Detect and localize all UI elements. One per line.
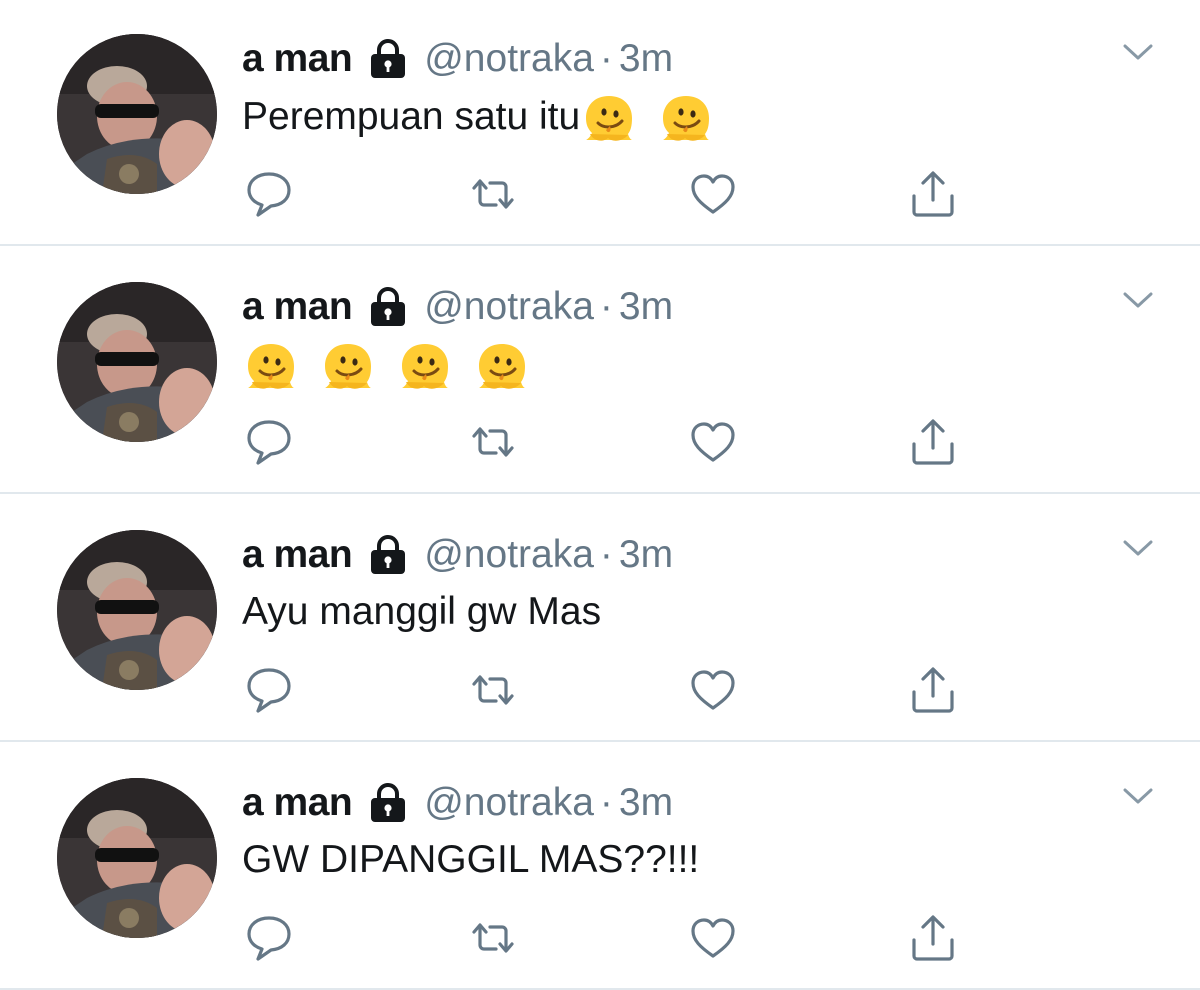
heart-icon[interactable]	[688, 912, 738, 964]
tweet-text-content: Ayu manggil gw Mas	[242, 590, 602, 633]
emoji-row	[580, 90, 723, 144]
lock-icon	[366, 287, 410, 327]
retweet-icon[interactable]	[466, 416, 516, 468]
avatar[interactable]	[57, 530, 217, 690]
tweet[interactable]: a man @notraka · 3m GW DIPANGGIL MAS??!!…	[0, 744, 1200, 990]
heart-icon[interactable]	[688, 168, 738, 220]
tweet[interactable]: a man @notraka · 3m	[0, 248, 1200, 494]
separator-dot: ·	[599, 285, 613, 328]
tweet-text-content: GW DIPANGGIL MAS??!!!	[242, 838, 700, 881]
author-handle[interactable]: @notraka	[424, 780, 594, 826]
reply-icon[interactable]	[244, 168, 294, 220]
tweet-actions	[244, 912, 964, 964]
melting-face-emoji	[319, 340, 377, 392]
share-icon[interactable]	[908, 912, 958, 964]
share-icon[interactable]	[908, 416, 958, 468]
reply-icon[interactable]	[244, 912, 294, 964]
lock-icon	[366, 535, 410, 575]
tweet-actions	[244, 416, 964, 468]
tweet-text: Perempuan satu itu	[242, 90, 723, 144]
tweet-header: a man @notraka · 3m	[242, 284, 673, 330]
retweet-icon[interactable]	[466, 664, 516, 716]
chevron-down-icon[interactable]	[1122, 536, 1154, 560]
avatar[interactable]	[57, 282, 217, 442]
share-icon[interactable]	[908, 168, 958, 220]
melting-face-emoji	[473, 340, 531, 392]
share-icon[interactable]	[908, 664, 958, 716]
author-name[interactable]: a man	[242, 780, 353, 826]
author-name[interactable]: a man	[242, 532, 353, 578]
tweet-actions	[244, 168, 964, 220]
emoji-row	[242, 338, 539, 392]
author-name[interactable]: a man	[242, 36, 353, 82]
tweet[interactable]: a man @notraka · 3m Ayu manggil gw Mas	[0, 496, 1200, 742]
separator-dot: ·	[599, 533, 613, 576]
lock-icon	[366, 783, 410, 823]
author-handle[interactable]: @notraka	[424, 284, 594, 330]
chevron-down-icon[interactable]	[1122, 784, 1154, 808]
reply-icon[interactable]	[244, 416, 294, 468]
lock-icon	[366, 39, 410, 79]
chevron-down-icon[interactable]	[1122, 40, 1154, 64]
tweet-text	[242, 338, 539, 392]
author-name[interactable]: a man	[242, 284, 353, 330]
reply-icon[interactable]	[244, 664, 294, 716]
author-handle[interactable]: @notraka	[424, 532, 594, 578]
retweet-icon[interactable]	[466, 912, 516, 964]
tweet-text-content: Perempuan satu itu	[242, 94, 581, 138]
separator-dot: ·	[599, 781, 613, 824]
tweet-text: Ayu manggil gw Mas	[242, 586, 601, 638]
melting-face-emoji	[242, 340, 300, 392]
melting-face-emoji	[396, 340, 454, 392]
tweet-timestamp[interactable]: 3m	[619, 36, 673, 82]
tweet-timestamp[interactable]: 3m	[619, 780, 673, 826]
avatar[interactable]	[57, 34, 217, 194]
avatar[interactable]	[57, 778, 217, 938]
tweet-header: a man @notraka · 3m	[242, 780, 673, 826]
tweet-timestamp[interactable]: 3m	[619, 532, 673, 578]
tweet-text: GW DIPANGGIL MAS??!!!	[242, 834, 699, 886]
heart-icon[interactable]	[688, 416, 738, 468]
chevron-down-icon[interactable]	[1122, 288, 1154, 312]
tweet-timestamp[interactable]: 3m	[619, 284, 673, 330]
retweet-icon[interactable]	[466, 168, 516, 220]
melting-face-emoji	[580, 92, 638, 144]
author-handle[interactable]: @notraka	[424, 36, 594, 82]
tweet-actions	[244, 664, 964, 716]
separator-dot: ·	[599, 37, 613, 80]
tweet-header: a man @notraka · 3m	[242, 532, 673, 578]
tweet[interactable]: a man @notraka · 3m Perempuan satu itu	[0, 0, 1200, 246]
heart-icon[interactable]	[688, 664, 738, 716]
tweet-header: a man @notraka · 3m	[242, 36, 673, 82]
melting-face-emoji	[657, 92, 715, 144]
